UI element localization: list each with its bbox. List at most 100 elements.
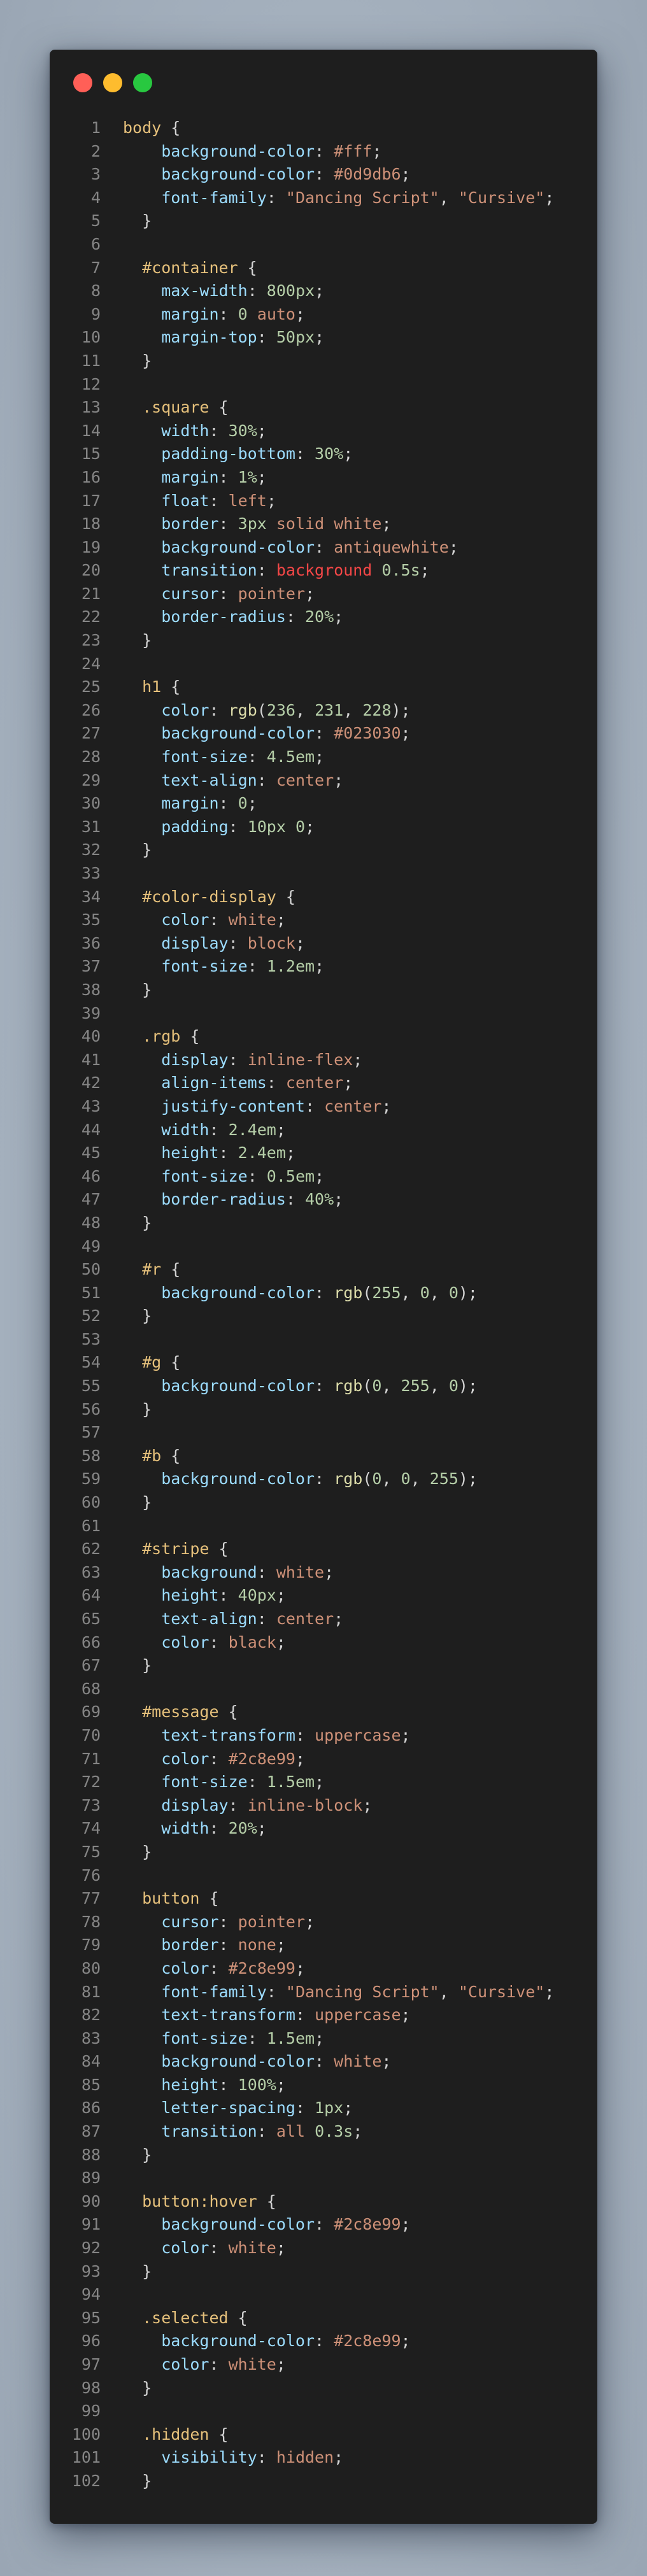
code-line: 84 background-color: white; bbox=[50, 2050, 597, 2074]
line-number: 31 bbox=[81, 817, 101, 836]
code-token: .selected bbox=[142, 2308, 229, 2327]
code-token: pointer bbox=[238, 1912, 305, 1931]
line-number: 2 bbox=[90, 141, 101, 160]
code-token: #2c8e99 bbox=[228, 1958, 295, 1978]
code-line: 98 } bbox=[50, 2377, 597, 2400]
code-token: : bbox=[218, 1586, 238, 1605]
code-token: } bbox=[123, 2471, 152, 2490]
line-number: 37 bbox=[81, 957, 101, 976]
line-number: 16 bbox=[81, 467, 101, 486]
code-token: , bbox=[343, 700, 363, 719]
code-token: #message bbox=[142, 1702, 219, 1722]
line-number: 101 bbox=[71, 2448, 101, 2467]
code-line: 80 color: #2c8e99; bbox=[50, 1957, 597, 1981]
code-line: 59 background-color: rgb(0, 0, 255); bbox=[50, 1468, 597, 1491]
code-token: : bbox=[247, 1773, 267, 1792]
code-token: background-color bbox=[161, 1283, 315, 1302]
line-text: .selected { bbox=[123, 2307, 248, 2330]
code-token: : bbox=[315, 2052, 334, 2071]
code-line: 18 border: 3px solid white; bbox=[50, 513, 597, 536]
code-token: ; bbox=[257, 421, 267, 440]
code-token: : bbox=[257, 2448, 276, 2467]
code-token: { bbox=[257, 2191, 276, 2211]
line-text: font-size: 1.2em; bbox=[123, 955, 324, 979]
line-text: } bbox=[123, 839, 152, 862]
code-line: 31 padding: 10px 0; bbox=[50, 816, 597, 839]
code-token: white bbox=[228, 2355, 276, 2374]
code-line: 88 } bbox=[50, 2144, 597, 2167]
line-number: 62 bbox=[81, 1539, 101, 1559]
code-token: 30% bbox=[315, 444, 344, 464]
line-text: } bbox=[123, 629, 152, 653]
code-token: : bbox=[209, 491, 229, 510]
code-token: ; bbox=[295, 1958, 306, 1978]
code-token: : bbox=[285, 607, 305, 626]
line-number: 40 bbox=[81, 1027, 101, 1046]
code-line: 79 border: none; bbox=[50, 1934, 597, 1957]
line-text: width: 2.4em; bbox=[123, 1119, 286, 1142]
code-token: 255 bbox=[372, 1283, 401, 1302]
code-line: 22 border-radius: 20%; bbox=[50, 605, 597, 629]
code-token: "Dancing Script" bbox=[285, 1982, 439, 2001]
code-token: ; bbox=[305, 817, 315, 836]
line-number: 30 bbox=[81, 794, 101, 813]
code-line: 32 } bbox=[50, 839, 597, 862]
code-line: 13 .square { bbox=[50, 396, 597, 420]
code-line: 100 .hidden { bbox=[50, 2423, 597, 2447]
line-text: font-family: "Dancing Script", "Cursive"… bbox=[123, 187, 554, 210]
code-line: 44 width: 2.4em; bbox=[50, 1119, 597, 1142]
line-number: 96 bbox=[81, 2332, 101, 2351]
code-token: : bbox=[295, 2006, 315, 2025]
code-token: #2c8e99 bbox=[334, 2332, 401, 2351]
code-token: white bbox=[228, 910, 276, 930]
code-token: 1% bbox=[238, 467, 257, 486]
code-token: none bbox=[238, 1936, 276, 1955]
code-token: 231 bbox=[315, 700, 344, 719]
maximize-window-button[interactable] bbox=[133, 73, 152, 92]
code-token: ; bbox=[362, 1795, 373, 1815]
code-token: ; bbox=[401, 1725, 411, 1744]
code-token: ; bbox=[420, 561, 430, 580]
line-text: background-color: #023030; bbox=[123, 722, 410, 746]
close-window-button[interactable] bbox=[73, 73, 92, 92]
code-token: #023030 bbox=[334, 724, 401, 743]
code-token: , bbox=[429, 1283, 449, 1302]
minimize-window-button[interactable] bbox=[103, 73, 122, 92]
code-token: : bbox=[218, 467, 238, 486]
line-number: 65 bbox=[81, 1610, 101, 1628]
code-line: 30 margin: 0; bbox=[50, 792, 597, 816]
code-token: ; bbox=[334, 1610, 344, 1628]
line-number: 74 bbox=[81, 1819, 101, 1838]
code-line: 20 transition: background 0.5s; bbox=[50, 559, 597, 583]
code-line: 92 color: white; bbox=[50, 2237, 597, 2260]
line-text: background-color: rgb(255, 0, 0); bbox=[123, 1282, 478, 1305]
code-token: : bbox=[315, 1469, 334, 1489]
line-number: 75 bbox=[81, 1842, 101, 1861]
line-text: color: #2c8e99; bbox=[123, 1957, 305, 1981]
code-line: 82 text-transform: uppercase; bbox=[50, 2004, 597, 2027]
code-token: ; bbox=[334, 1190, 344, 1209]
code-line: 10 margin-top: 50px; bbox=[50, 326, 597, 350]
code-token: solid bbox=[276, 514, 325, 534]
code-token: uppercase bbox=[315, 1725, 401, 1744]
code-token: { bbox=[199, 1889, 219, 1908]
code-line: 26 color: rgb(236, 231, 228); bbox=[50, 699, 597, 723]
code-token: 20% bbox=[228, 1819, 257, 1838]
code-token: 1.5em bbox=[266, 1773, 315, 1792]
line-number: 64 bbox=[81, 1586, 101, 1605]
line-text: height: 40px; bbox=[123, 1584, 286, 1608]
code-token: { bbox=[218, 1702, 238, 1722]
line-text: color: white; bbox=[123, 2353, 286, 2377]
